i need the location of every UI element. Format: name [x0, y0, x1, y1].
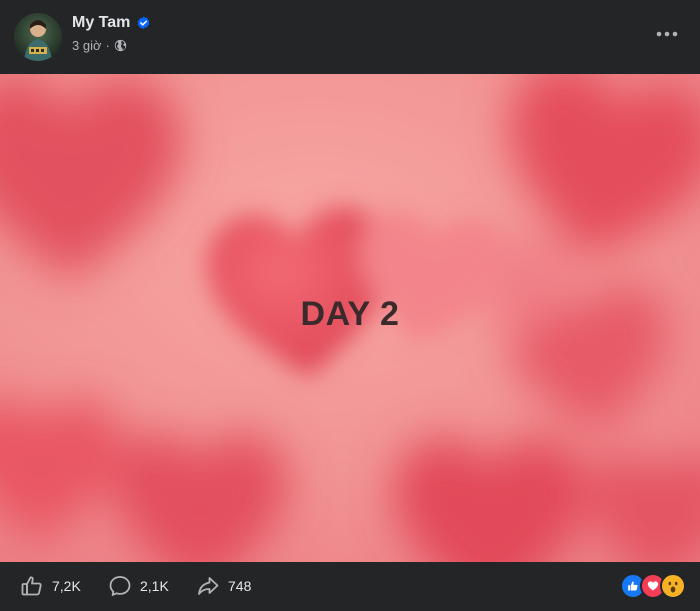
author-name[interactable]: My Tam	[72, 14, 130, 32]
avatar[interactable]	[14, 13, 62, 61]
post-image[interactable]: DAY 2	[0, 74, 700, 562]
comment-count: 2,1K	[140, 578, 169, 594]
share-icon	[196, 574, 220, 598]
share-button[interactable]: 748	[196, 572, 251, 600]
more-options-icon[interactable]	[654, 24, 680, 44]
meta-separator: ·	[105, 38, 110, 53]
post-meta: 3 giờ ·	[72, 38, 127, 53]
globe-icon	[114, 39, 127, 52]
image-caption: DAY 2	[300, 294, 400, 333]
verified-badge-icon	[136, 16, 151, 31]
post-footer: 7,2K 2,1K 748	[0, 562, 700, 611]
share-count: 748	[228, 578, 252, 594]
reaction-summary[interactable]	[620, 573, 686, 599]
like-count: 7,2K	[52, 578, 81, 594]
like-icon	[20, 574, 44, 598]
like-button[interactable]: 7,2K	[20, 572, 81, 600]
post-header: My Tam 3 giờ ·	[0, 0, 700, 74]
wow-reaction-icon	[660, 573, 686, 599]
comment-icon	[108, 574, 132, 598]
post-time[interactable]: 3 giờ	[72, 38, 102, 53]
comment-button[interactable]: 2,1K	[108, 572, 169, 600]
author-line: My Tam	[72, 14, 151, 32]
